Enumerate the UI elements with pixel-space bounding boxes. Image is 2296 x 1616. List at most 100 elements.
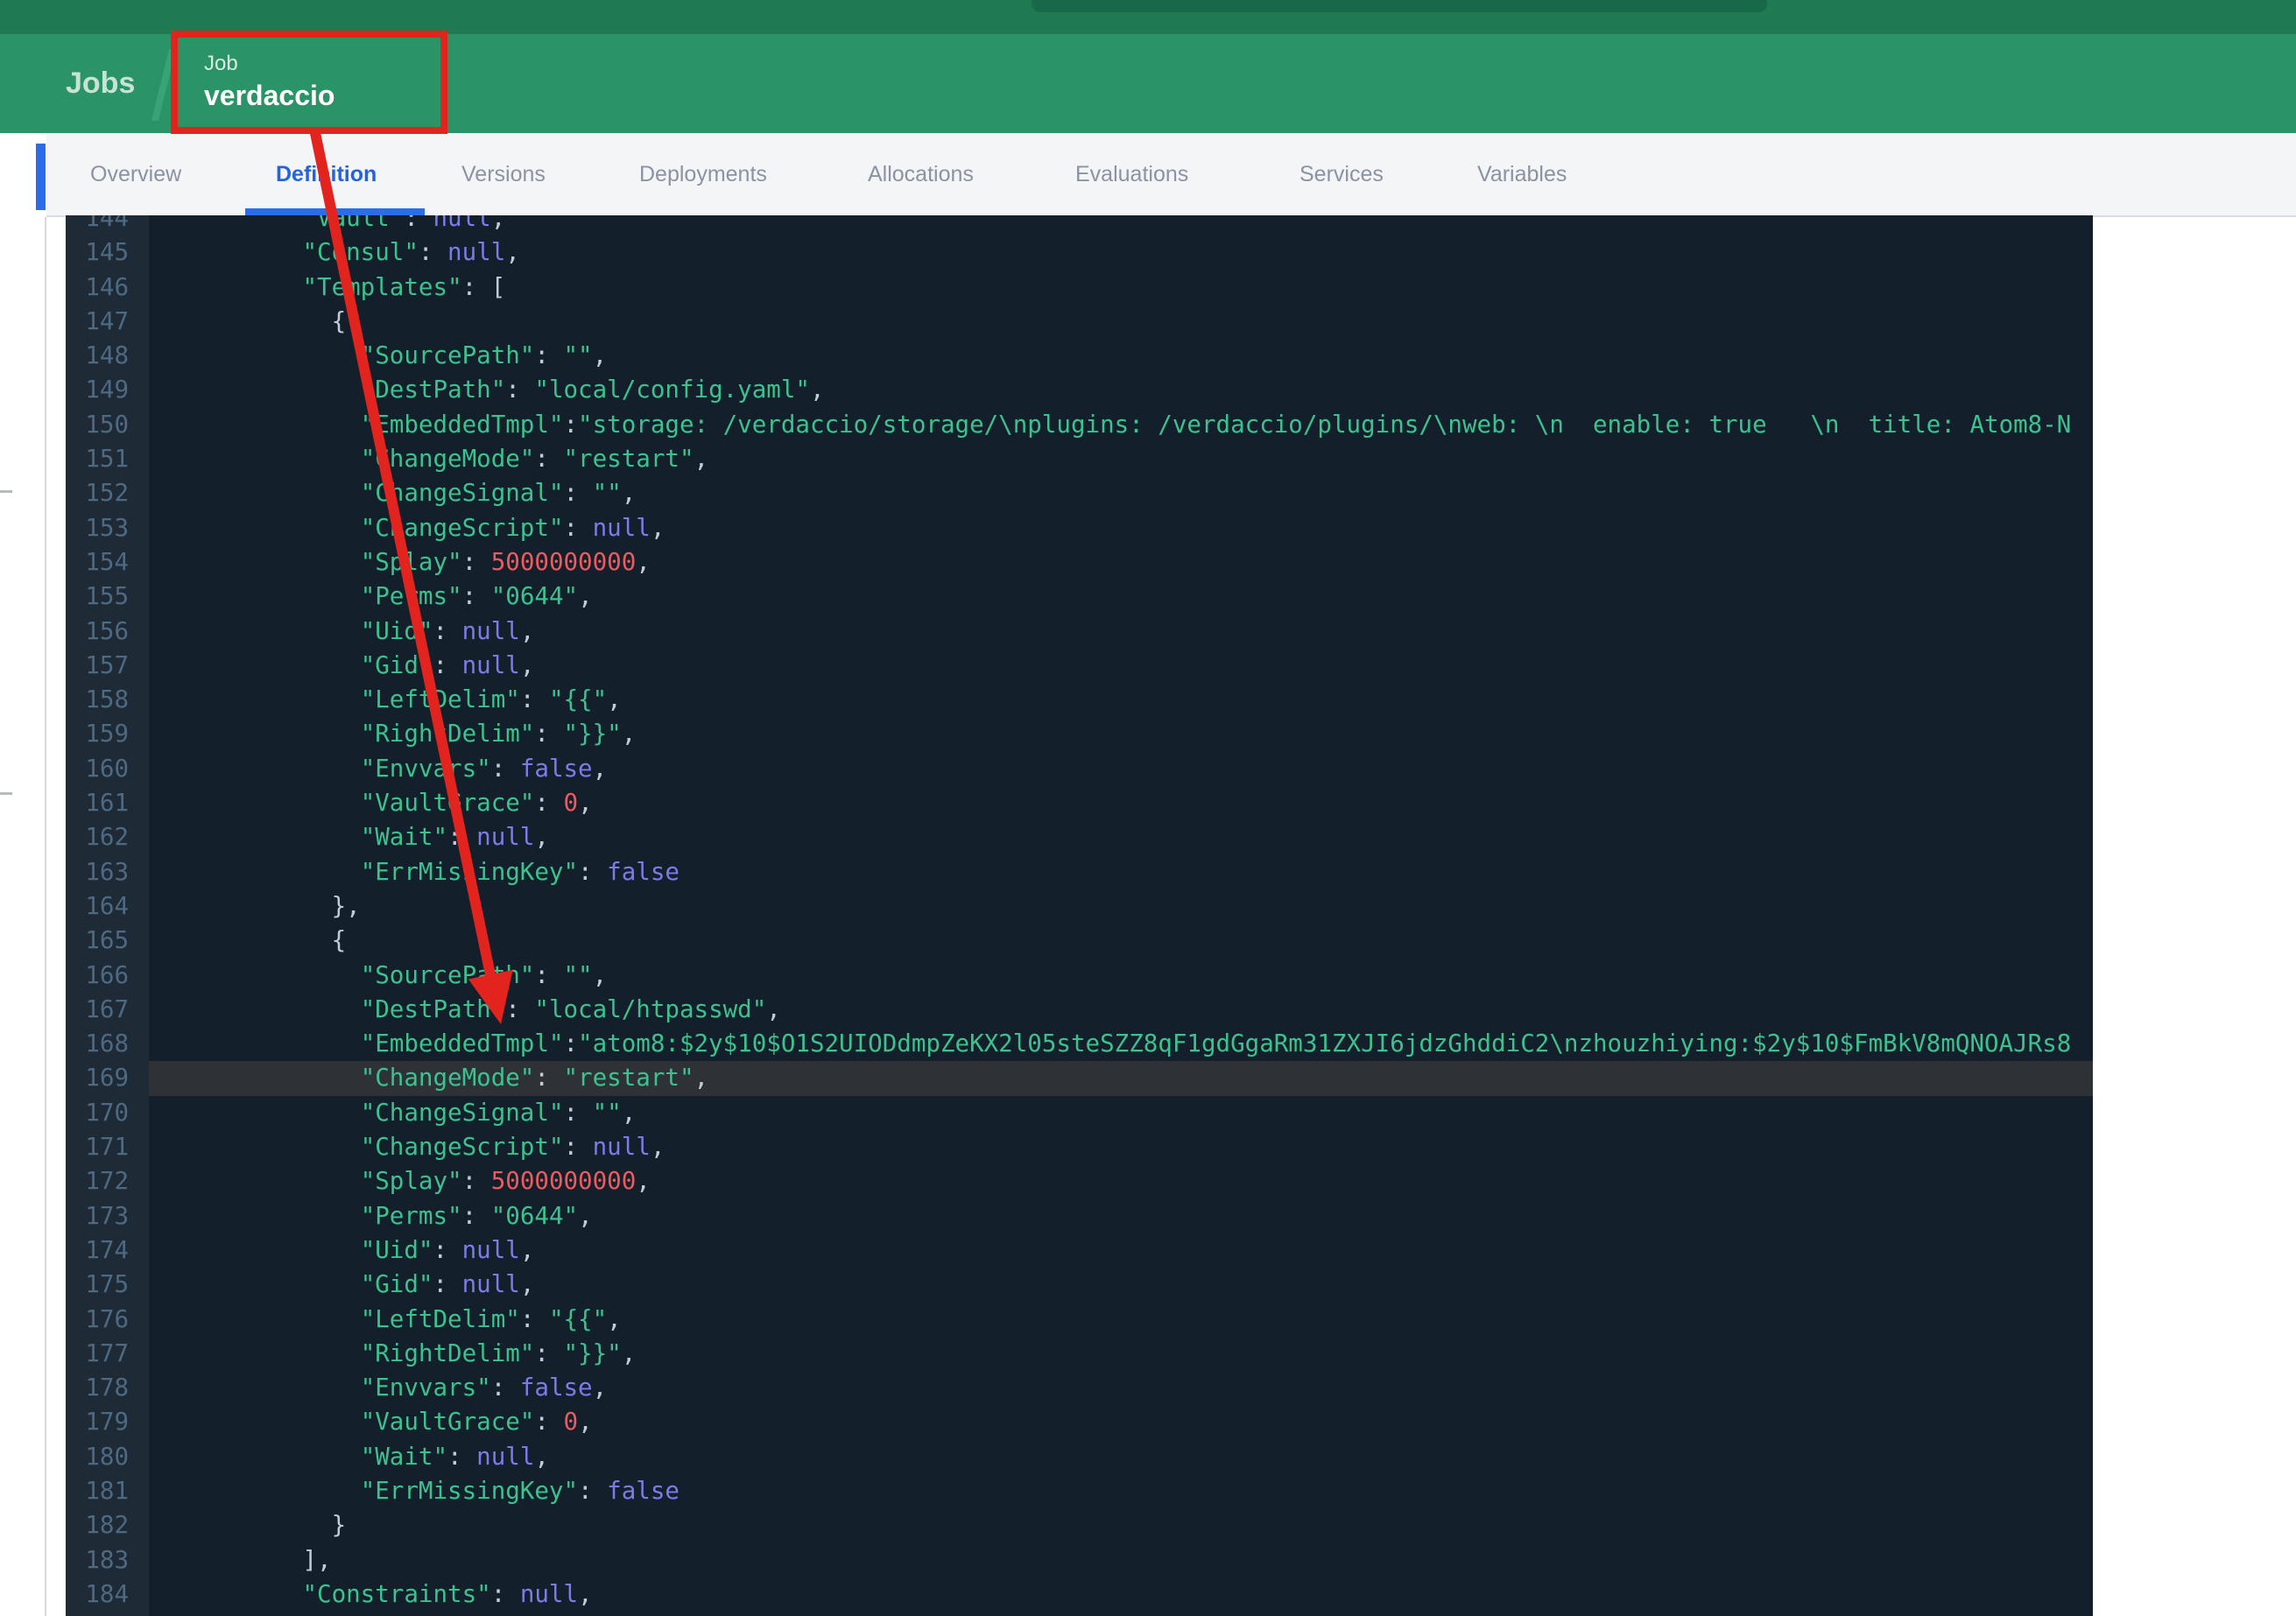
breadcrumb-job-name: verdaccio: [204, 80, 335, 111]
code-line: 178 "Envvars": false,: [66, 1371, 2093, 1405]
tab-overview[interactable]: Overview: [90, 133, 181, 215]
tab-variables[interactable]: Variables: [1477, 133, 1567, 215]
line-number: 161: [85, 789, 129, 818]
tab-allocations[interactable]: Allocations: [868, 133, 974, 215]
tab-services[interactable]: Services: [1299, 133, 1384, 215]
code-line: 176 "LeftDelim": "{{",: [66, 1303, 2093, 1337]
code-line: 155 "Perms": "0644",: [66, 580, 2093, 614]
search-input[interactable]: [1032, 0, 1767, 12]
line-number: 146: [85, 272, 129, 301]
line-content: ],: [187, 1545, 332, 1574]
line-content: "ChangeScript": null,: [360, 1133, 666, 1162]
line-content: "ChangeScript": null,: [360, 513, 666, 542]
line-number: 154: [85, 547, 129, 576]
code-line: 177 "RightDelim": "}}",: [66, 1337, 2093, 1371]
code-line: 182 }: [66, 1508, 2093, 1542]
code-line: 148 "SourcePath": "",: [66, 339, 2093, 373]
tab-versions[interactable]: Versions: [461, 133, 546, 215]
line-number: 167: [85, 994, 129, 1023]
line-content: "Envvars": false,: [360, 1374, 608, 1402]
code-line: 183 ],: [66, 1543, 2093, 1577]
code-line: 166 "SourcePath": "",: [66, 959, 2093, 993]
line-content: "Gid": null,: [360, 1270, 535, 1299]
line-content: "Perms": "0644",: [360, 582, 593, 611]
line-content: "VaultGrace": 0,: [360, 1408, 593, 1437]
line-number: 180: [85, 1442, 129, 1471]
line-number: 152: [85, 479, 129, 508]
line-content: "Vault": null,: [302, 215, 506, 232]
line-content: "RightDelim": "}}",: [360, 720, 637, 748]
line-content: "ErrMissingKey": false: [360, 857, 680, 886]
code-line: 150 "EmbeddedTmpl":"storage: /verdaccio/…: [66, 408, 2093, 442]
code-line: 173 "Perms": "0644",: [66, 1199, 2093, 1233]
line-number: 159: [85, 720, 129, 748]
code-line: 171 "ChangeScript": null,: [66, 1130, 2093, 1164]
breadcrumb-type-label: Job: [204, 52, 238, 75]
line-content: "EmbeddedTmpl":"atom8:$2y$10$O1S2UIODdmp…: [360, 1029, 2072, 1058]
line-number: 163: [85, 857, 129, 886]
line-number: 151: [85, 445, 129, 474]
top-strip: [0, 0, 2296, 34]
job-tabbar: Overview Definition Versions Deployments All…: [46, 133, 2296, 217]
line-content: "DestPath": "local/config.yaml",: [360, 376, 825, 404]
code-line: 180 "Wait": null,: [66, 1440, 2093, 1474]
rail-tick-mark: [0, 490, 12, 493]
line-content: "Wait": null,: [360, 1442, 549, 1471]
line-number: 145: [85, 238, 129, 267]
line-content: "Splay": 5000000000,: [360, 1167, 651, 1196]
line-content: "Templates": [: [302, 272, 506, 301]
left-accent-bar: [36, 144, 46, 210]
line-number: 160: [85, 754, 129, 783]
line-content: {: [187, 306, 347, 335]
line-content: "Uid": null,: [360, 1235, 535, 1264]
code-line: 175 "Gid": null,: [66, 1268, 2093, 1302]
line-number: 177: [85, 1338, 129, 1367]
line-content: },: [187, 891, 361, 920]
code-line: 179 "VaultGrace": 0,: [66, 1405, 2093, 1439]
line-number: 158: [85, 685, 129, 714]
active-tab-underline: [245, 208, 425, 215]
line-number: 170: [85, 1098, 129, 1127]
rail-divider: [45, 217, 46, 1616]
code-line: 162 "Wait": null,: [66, 820, 2093, 854]
line-number: 173: [85, 1201, 129, 1230]
code-line: 158 "LeftDelim": "{{",: [66, 683, 2093, 717]
line-number: 165: [85, 926, 129, 955]
breadcrumb-current-job[interactable]: Job verdaccio: [204, 52, 335, 113]
line-content: {: [187, 926, 347, 955]
line-number: 153: [85, 513, 129, 542]
job-definition-editor[interactable]: 144 "Vault": null, 145 "Consul": null, 146…: [66, 215, 2093, 1616]
code-line: 172 "Splay": 5000000000,: [66, 1164, 2093, 1198]
code-line: 144 "Vault": null,: [66, 215, 2093, 235]
tab-definition[interactable]: Definition: [276, 133, 377, 215]
tab-evaluations[interactable]: Evaluations: [1075, 133, 1188, 215]
line-content: "ChangeMode": "restart",: [149, 1061, 2093, 1096]
line-content: "ChangeSignal": "",: [360, 479, 637, 508]
line-content: "EmbeddedTmpl":"storage: /verdaccio/stor…: [360, 410, 2072, 439]
breadcrumb-separator-icon: [151, 49, 177, 121]
line-content: "ChangeSignal": "",: [360, 1098, 637, 1127]
nomad-job-definition-page: { "header": { "breadcrumb_root": "Jobs",…: [0, 0, 2296, 1616]
line-content: }: [187, 1511, 347, 1540]
tab-deployments[interactable]: Deployments: [639, 133, 767, 215]
line-number: 176: [85, 1304, 129, 1333]
code-line: 156 "Uid": null,: [66, 615, 2093, 649]
code-line: 161 "VaultGrace": 0,: [66, 786, 2093, 820]
code-line: 167 "DestPath": "local/htpasswd",: [66, 993, 2093, 1027]
breadcrumb-jobs-link[interactable]: Jobs: [66, 34, 135, 133]
code-line: 159 "RightDelim": "}}",: [66, 717, 2093, 751]
line-content: "Consul": null,: [302, 238, 520, 267]
left-rail: [0, 217, 66, 1616]
code-line: 181 "ErrMissingKey": false: [66, 1474, 2093, 1508]
line-number: 179: [85, 1408, 129, 1437]
line-number: 174: [85, 1235, 129, 1264]
line-content: "Uid": null,: [360, 616, 535, 645]
code-line: 184 "Constraints": null,: [66, 1577, 2093, 1612]
line-content: "Envvars": false,: [360, 754, 608, 783]
code-line: 152 "ChangeSignal": "",: [66, 476, 2093, 510]
line-number: 181: [85, 1476, 129, 1505]
line-number: 162: [85, 823, 129, 852]
code-line: 164 },: [66, 889, 2093, 924]
line-content: "VaultGrace": 0,: [360, 789, 593, 818]
line-content: "SourcePath": "",: [360, 960, 608, 989]
